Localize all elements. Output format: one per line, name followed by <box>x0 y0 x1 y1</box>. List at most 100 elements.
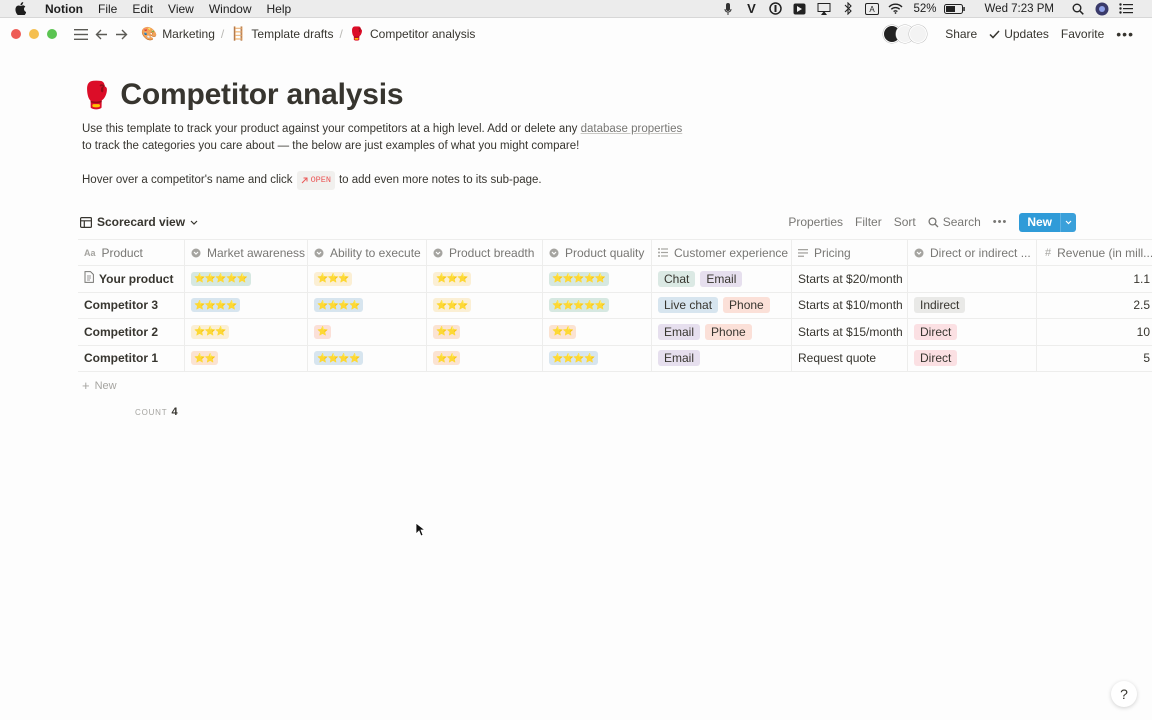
revenue-cell[interactable]: 1.1 <box>1037 266 1152 292</box>
product-cell[interactable]: Your product <box>78 266 185 292</box>
ability-cell[interactable]: ⭐⭐⭐⭐ <box>308 345 427 371</box>
zoom-window-button[interactable] <box>47 29 57 39</box>
pricing-cell[interactable]: Starts at $15/month <box>792 319 908 345</box>
column-header-pricing[interactable]: Pricing <box>792 240 908 265</box>
spotlight-search-icon[interactable] <box>1066 1 1090 17</box>
column-header-revenue[interactable]: # Revenue (in mill... <box>1037 240 1152 265</box>
column-header-direct-or-indirect[interactable]: Direct or indirect ... <box>908 240 1037 265</box>
vectorworks-icon[interactable]: V <box>740 1 764 17</box>
table-row[interactable]: Competitor 2 ⭐⭐⭐ ⭐ ⭐⭐ ⭐⭐ Email Phone Sta… <box>78 319 1152 346</box>
market-awareness-cell[interactable]: ⭐⭐⭐⭐ <box>185 292 308 318</box>
direct-indirect-cell[interactable]: Direct <box>908 345 1037 371</box>
market-awareness-cell[interactable]: ⭐⭐ <box>185 345 308 371</box>
direct-indirect-cell[interactable]: Direct <box>908 319 1037 345</box>
product-name[interactable]: Competitor 2 <box>84 325 158 339</box>
battery-icon[interactable] <box>943 1 967 17</box>
new-record-button[interactable]: New <box>1019 212 1076 232</box>
user-account-icon[interactable] <box>1090 1 1114 17</box>
product-cell[interactable]: Competitor 1 <box>78 345 185 371</box>
column-header-market-awareness[interactable]: Market awareness <box>185 240 308 265</box>
breadth-cell[interactable]: ⭐⭐ <box>427 345 543 371</box>
breadth-cell[interactable]: ⭐⭐ <box>427 319 543 345</box>
quality-cell[interactable]: ⭐⭐⭐⭐ <box>543 345 652 371</box>
table-row[interactable]: Your product ⭐⭐⭐⭐⭐ ⭐⭐⭐ ⭐⭐⭐ ⭐⭐⭐⭐⭐ Chat Em… <box>78 266 1152 293</box>
product-cell[interactable]: Competitor 2 <box>78 319 185 345</box>
pricing-cell[interactable]: Starts at $20/month <box>792 266 908 292</box>
column-header-product[interactable]: Aa Product <box>78 240 185 265</box>
keyboard-layout-icon[interactable]: A <box>860 1 884 17</box>
new-button-label[interactable]: New <box>1019 212 1060 232</box>
menu-help[interactable]: Help <box>267 2 292 16</box>
menu-app-name[interactable]: Notion <box>45 2 83 16</box>
sort-button[interactable]: Sort <box>888 215 922 229</box>
updates-button[interactable]: Updates <box>983 27 1055 41</box>
column-header-product-breadth[interactable]: Product breadth <box>427 240 543 265</box>
share-button[interactable]: Share <box>939 27 983 41</box>
microphone-icon[interactable] <box>716 1 740 17</box>
customer-experience-cell[interactable]: Email Phone <box>652 319 792 345</box>
apple-logo-icon[interactable] <box>15 2 31 15</box>
view-selector[interactable]: Scorecard view <box>80 215 198 229</box>
menu-edit[interactable]: Edit <box>132 2 153 16</box>
breadcrumb-marketing[interactable]: 🎨 Marketing <box>137 26 219 42</box>
table-row[interactable]: Competitor 1 ⭐⭐ ⭐⭐⭐⭐ ⭐⭐ ⭐⭐⭐⭐ Email Reque… <box>78 345 1152 372</box>
breadth-cell[interactable]: ⭐⭐⭐ <box>427 292 543 318</box>
column-header-ability-to-execute[interactable]: Ability to execute <box>308 240 427 265</box>
breadth-cell[interactable]: ⭐⭐⭐ <box>427 266 543 292</box>
revenue-cell[interactable]: 2.5 <box>1037 293 1152 319</box>
minimize-window-button[interactable] <box>29 29 39 39</box>
breadcrumb-competitor-analysis[interactable]: 🥊 Competitor analysis <box>345 26 480 42</box>
menu-view[interactable]: View <box>168 2 194 16</box>
help-button[interactable]: ? <box>1111 681 1137 707</box>
database-properties-link[interactable]: database properties <box>581 123 683 135</box>
wifi-icon[interactable] <box>884 1 908 17</box>
column-header-product-quality[interactable]: Product quality <box>543 240 652 265</box>
customer-experience-cell[interactable]: Live chat Phone <box>652 292 792 318</box>
bluetooth-icon[interactable] <box>836 1 860 17</box>
ability-cell[interactable]: ⭐⭐⭐ <box>308 266 427 292</box>
quality-cell[interactable]: ⭐⭐⭐⭐⭐ <box>543 266 652 292</box>
quality-cell[interactable]: ⭐⭐ <box>543 319 652 345</box>
more-options-icon[interactable]: ••• <box>1110 26 1140 42</box>
product-cell[interactable]: Competitor 3 <box>78 292 185 318</box>
menu-file[interactable]: File <box>98 2 117 16</box>
row-count[interactable]: COUNT 4 <box>135 406 178 418</box>
ability-cell[interactable]: ⭐ <box>308 319 427 345</box>
back-arrow-icon[interactable] <box>91 24 111 44</box>
onepassword-icon[interactable] <box>764 1 788 17</box>
properties-button[interactable]: Properties <box>782 215 849 229</box>
revenue-cell[interactable]: 5 <box>1037 346 1152 372</box>
revenue-cell[interactable]: 10 <box>1037 319 1152 345</box>
product-name[interactable]: Competitor 1 <box>84 351 158 365</box>
favorite-button[interactable]: Favorite <box>1055 27 1110 41</box>
market-awareness-cell[interactable]: ⭐⭐⭐ <box>185 319 308 345</box>
forward-arrow-icon[interactable] <box>111 24 131 44</box>
menubar-clock[interactable]: Wed 7:23 PM <box>985 3 1054 15</box>
more-view-options-icon[interactable]: ••• <box>987 216 1014 228</box>
airplay-icon[interactable] <box>812 1 836 17</box>
collaborator-avatars[interactable] <box>883 25 928 43</box>
market-awareness-cell[interactable]: ⭐⭐⭐⭐⭐ <box>185 266 308 292</box>
column-header-customer-experience[interactable]: Customer experience <box>652 240 792 265</box>
pricing-cell[interactable]: Starts at $10/month <box>792 292 908 318</box>
product-name[interactable]: Your product <box>99 272 173 286</box>
video-camera-icon[interactable] <box>788 1 812 17</box>
search-button[interactable]: Search <box>922 215 987 229</box>
customer-experience-cell[interactable]: Email <box>652 345 792 371</box>
direct-indirect-cell[interactable] <box>908 266 1037 292</box>
control-center-list-icon[interactable] <box>1114 1 1138 17</box>
chevron-down-icon[interactable] <box>1060 212 1076 232</box>
sidebar-menu-icon[interactable] <box>71 24 91 44</box>
ability-cell[interactable]: ⭐⭐⭐⭐ <box>308 292 427 318</box>
customer-experience-cell[interactable]: Chat Email <box>652 266 792 292</box>
quality-cell[interactable]: ⭐⭐⭐⭐⭐ <box>543 292 652 318</box>
filter-button[interactable]: Filter <box>849 215 888 229</box>
product-name[interactable]: Competitor 3 <box>84 298 158 312</box>
menu-window[interactable]: Window <box>209 2 252 16</box>
page-title[interactable]: Competitor analysis <box>120 78 403 112</box>
pricing-cell[interactable]: Request quote <box>792 345 908 371</box>
direct-indirect-cell[interactable]: Indirect <box>908 292 1037 318</box>
breadcrumb-template-drafts[interactable]: 🪜 Template drafts <box>226 26 337 42</box>
table-row[interactable]: Competitor 3 ⭐⭐⭐⭐ ⭐⭐⭐⭐ ⭐⭐⭐ ⭐⭐⭐⭐⭐ Live ch… <box>78 292 1152 319</box>
boxing-glove-icon[interactable]: 🥊 <box>80 82 112 108</box>
